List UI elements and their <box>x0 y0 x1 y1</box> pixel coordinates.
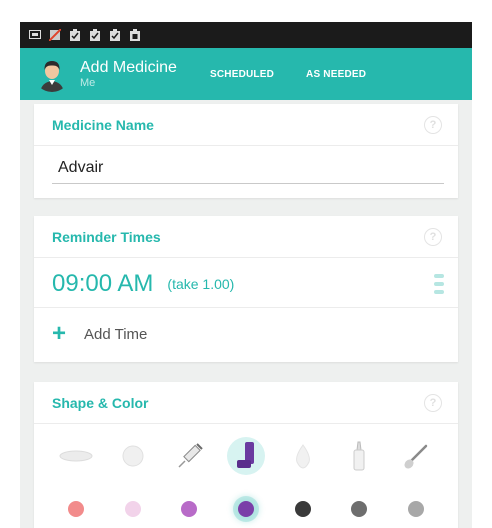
card-header: Reminder Times ? <box>34 216 458 258</box>
color-swatch[interactable] <box>181 501 198 517</box>
card-header: Shape & Color ? <box>34 382 458 424</box>
app-bar: Add Medicine Me SCHEDULED AS NEEDED <box>20 48 472 100</box>
color-swatch[interactable] <box>407 501 424 517</box>
dropper-bottle-icon[interactable] <box>337 434 381 478</box>
tab-scheduled[interactable]: SCHEDULED <box>210 69 274 80</box>
color-swatch[interactable] <box>68 501 85 517</box>
color-selector <box>34 498 458 520</box>
add-time-label: Add Time <box>84 325 148 343</box>
shape-color-card: Shape & Color ? <box>34 382 458 528</box>
syringe-icon[interactable] <box>167 434 211 478</box>
brush-icon[interactable] <box>394 434 438 478</box>
oval-pill-icon[interactable] <box>54 434 98 478</box>
shape-color-title: Shape & Color <box>52 394 149 411</box>
reminder-times-card: Reminder Times ? 09:00 AM (take 1.00) + … <box>34 216 458 362</box>
card-header: Medicine Name ? <box>34 104 458 146</box>
add-time-button[interactable]: + Add Time <box>52 322 147 346</box>
screen-icon <box>28 29 42 41</box>
reminder-time-row[interactable]: 09:00 AM (take 1.00) <box>34 260 458 308</box>
color-swatch[interactable] <box>351 501 368 517</box>
color-swatch[interactable] <box>124 501 141 517</box>
avatar[interactable] <box>34 56 70 92</box>
clipboard-check-icon <box>108 29 122 41</box>
reminder-time[interactable]: 09:00 AM <box>52 270 153 298</box>
medicine-name-card: Medicine Name ? Advair <box>34 104 458 198</box>
help-icon[interactable]: ? <box>424 115 442 134</box>
color-swatch[interactable] <box>294 501 311 517</box>
clipboard-check-icon <box>68 29 82 41</box>
color-swatch[interactable] <box>237 501 254 517</box>
clipboard-icon <box>128 29 142 41</box>
page-title: Add Medicine <box>80 58 177 76</box>
app-titles: Add Medicine Me <box>80 59 190 90</box>
reminder-times-title: Reminder Times <box>52 228 161 245</box>
shape-selector <box>34 434 458 478</box>
device-screen: Add Medicine Me SCHEDULED AS NEEDED Medi… <box>20 22 472 528</box>
help-icon[interactable]: ? <box>424 227 442 246</box>
drop-icon[interactable] <box>281 434 325 478</box>
medicine-name-title: Medicine Name <box>52 116 154 133</box>
help-icon[interactable]: ? <box>424 393 442 412</box>
dose-amount[interactable]: (take 1.00) <box>167 276 234 292</box>
plus-icon: + <box>52 320 67 347</box>
round-pill-icon[interactable] <box>111 434 155 478</box>
tab-as-needed[interactable]: AS NEEDED <box>306 69 366 80</box>
no-image-icon <box>48 29 62 41</box>
profile-name: Me <box>80 76 96 89</box>
clipboard-check-icon <box>88 29 102 41</box>
status-bar <box>20 22 472 48</box>
medicine-name-field[interactable]: Advair <box>52 154 444 184</box>
drag-handle-icon[interactable] <box>434 274 444 294</box>
inhaler-icon[interactable] <box>224 434 268 478</box>
